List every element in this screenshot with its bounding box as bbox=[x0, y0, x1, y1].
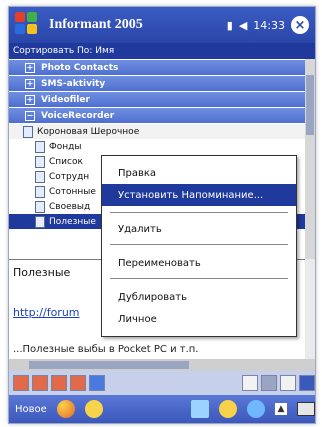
menu-item-duplicate[interactable]: Дублировать bbox=[102, 286, 296, 308]
note-link[interactable]: http://forum bbox=[13, 306, 80, 319]
vertical-scrollbar[interactable] bbox=[305, 59, 315, 259]
menu-item-label: Переименовать bbox=[118, 257, 201, 269]
signal-icon[interactable]: ▮ bbox=[227, 19, 233, 32]
expand-icon[interactable]: + bbox=[25, 62, 35, 73]
tool-icon[interactable] bbox=[13, 375, 29, 391]
category-video[interactable]: + Videofiler bbox=[9, 92, 305, 107]
item-label: Полезные bbox=[49, 216, 96, 227]
app-title: Informant 2005 bbox=[49, 17, 143, 32]
title-bar: Informant 2005 ▮ ◀ 14:33 × bbox=[9, 7, 315, 43]
menu-separator bbox=[110, 278, 288, 279]
bulb-icon[interactable] bbox=[84, 400, 103, 418]
expand-icon[interactable]: + bbox=[25, 78, 35, 89]
keyboard-toggle-icon[interactable] bbox=[297, 402, 315, 416]
item-label: Сотрудн bbox=[49, 171, 90, 182]
category-label: VoiceRecorder bbox=[41, 110, 115, 121]
item-label: Короновая Шерочное bbox=[37, 126, 140, 137]
horizontal-scrollbar[interactable] bbox=[9, 359, 315, 371]
menu-item-rename[interactable]: Переименовать bbox=[102, 252, 296, 274]
view-icon[interactable] bbox=[280, 375, 296, 391]
globe-icon[interactable] bbox=[247, 400, 265, 418]
close-button[interactable]: × bbox=[291, 16, 309, 34]
up-arrow-icon[interactable]: ▲ bbox=[275, 403, 287, 415]
document-icon bbox=[35, 140, 45, 153]
tool-icon[interactable] bbox=[51, 375, 67, 391]
item-label: Фонды bbox=[49, 141, 82, 152]
item-label: Своевыд bbox=[49, 201, 91, 212]
start-menu-icon[interactable] bbox=[15, 12, 41, 38]
menu-item-set-reminder[interactable]: Установить Напоминание... bbox=[102, 184, 296, 206]
sort-bar[interactable]: Сортировать По: Имя bbox=[9, 43, 315, 59]
keyboard-icon[interactable] bbox=[191, 400, 209, 418]
volume-icon[interactable]: ◀ bbox=[239, 19, 247, 32]
view-icon[interactable] bbox=[242, 375, 258, 391]
category-sms[interactable]: + SMS-aktivity bbox=[9, 76, 305, 91]
list-item[interactable]: Фонды bbox=[9, 139, 305, 154]
menu-item-delete[interactable]: Удалить bbox=[102, 218, 296, 240]
home-icon[interactable] bbox=[299, 375, 315, 391]
document-icon bbox=[35, 215, 45, 228]
menu-item-label: Правка bbox=[118, 167, 157, 179]
note-body: ...Полезные выбы в Pocket PC и т.п. bbox=[13, 344, 199, 355]
scroll-thumb[interactable] bbox=[29, 361, 189, 369]
format-toolbar bbox=[9, 371, 315, 395]
category-label: Photo Contacts bbox=[41, 62, 119, 73]
document-icon bbox=[35, 155, 45, 168]
category-photo-contacts[interactable]: + Photo Contacts bbox=[9, 60, 305, 75]
clock[interactable]: 14:33 bbox=[253, 19, 285, 32]
menu-item-label: Установить Напоминание... bbox=[118, 189, 264, 201]
tool-icon[interactable] bbox=[70, 375, 86, 391]
scroll-thumb[interactable] bbox=[306, 75, 314, 135]
menu-separator bbox=[110, 212, 288, 213]
sort-label: Сортировать По: Имя bbox=[13, 46, 115, 56]
view-icon[interactable] bbox=[261, 375, 277, 391]
device-screen: Informant 2005 ▮ ◀ 14:33 × Сортировать П… bbox=[8, 6, 316, 424]
new-button[interactable]: Новое bbox=[15, 404, 47, 415]
category-voice[interactable]: − VoiceRecorder bbox=[9, 108, 305, 123]
tool-icon[interactable] bbox=[32, 375, 48, 391]
document-icon bbox=[35, 185, 45, 198]
menu-item-label: Личное bbox=[118, 313, 157, 325]
star-icon[interactable] bbox=[219, 400, 237, 418]
document-icon bbox=[35, 170, 45, 183]
item-label: Сотонные bbox=[49, 186, 96, 197]
status-area: ▮ ◀ 14:33 × bbox=[227, 16, 309, 34]
menu-item-label: Удалить bbox=[118, 223, 162, 235]
expand-icon[interactable]: + bbox=[25, 94, 35, 105]
category-label: Videofiler bbox=[41, 94, 90, 105]
item-label: Список bbox=[49, 156, 83, 167]
app-icon[interactable] bbox=[56, 400, 75, 418]
expand-icon[interactable]: − bbox=[25, 110, 35, 121]
menu-separator bbox=[110, 244, 288, 245]
menu-item-edit[interactable]: Правка bbox=[102, 162, 296, 184]
bottom-menu-bar: Новое ▲ bbox=[9, 395, 315, 423]
context-menu: Правка Установить Напоминание... Удалить… bbox=[101, 155, 297, 337]
document-icon bbox=[35, 200, 45, 213]
category-label: SMS-aktivity bbox=[41, 78, 106, 89]
list-item[interactable]: Короновая Шерочное bbox=[9, 124, 305, 139]
menu-item-label: Дублировать bbox=[118, 291, 187, 303]
note-title: Полезные bbox=[13, 266, 71, 279]
picture-icon[interactable] bbox=[89, 375, 105, 391]
document-icon bbox=[23, 125, 33, 138]
menu-item-private[interactable]: Личное bbox=[102, 308, 296, 330]
